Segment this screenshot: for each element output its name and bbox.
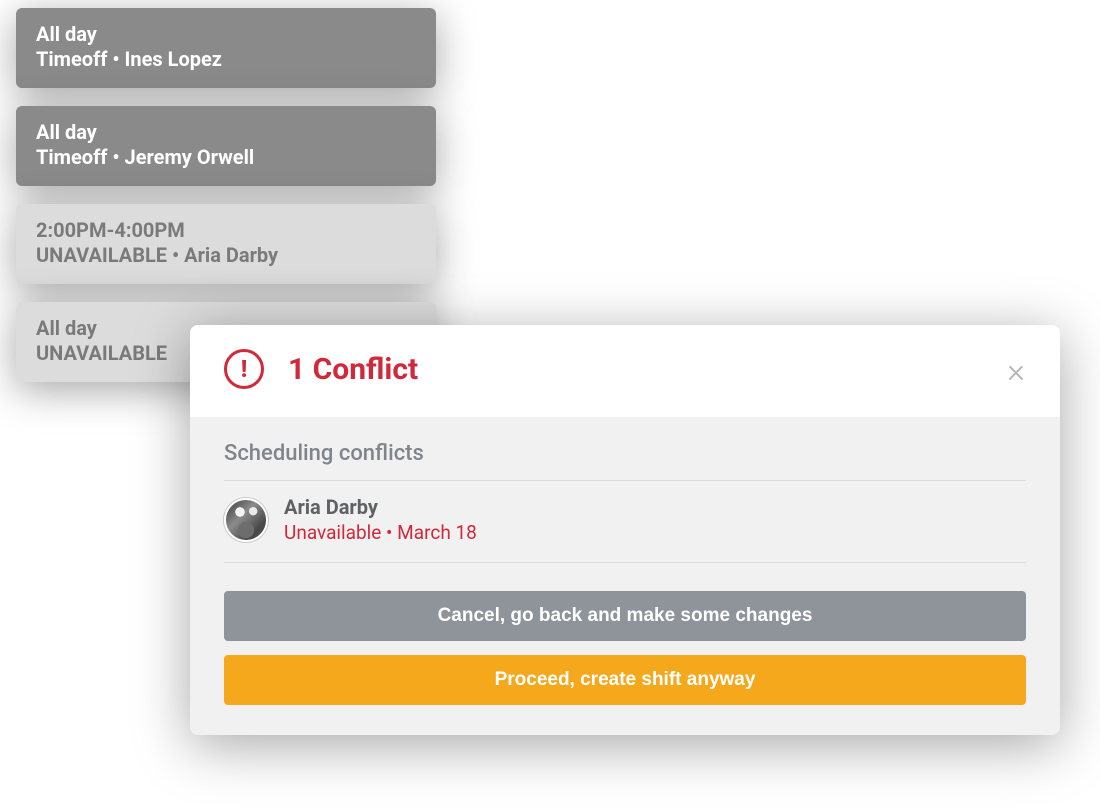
event-time: All day — [36, 120, 416, 145]
conflict-reason: Unavailable • March 18 — [284, 521, 477, 544]
event-time: All day — [36, 22, 416, 47]
modal-title: 1 Conflict — [288, 352, 418, 387]
section-heading: Scheduling conflicts — [224, 441, 1026, 481]
modal-header: ! 1 Conflict × — [190, 325, 1060, 417]
conflict-name: Aria Darby — [284, 495, 477, 519]
avatar — [224, 498, 268, 542]
conflict-modal: ! 1 Conflict × Scheduling conflicts Aria… — [190, 325, 1060, 735]
event-label: Timeoff • Ines Lopez — [36, 47, 416, 72]
conflict-row: Aria Darby Unavailable • March 18 — [224, 481, 1026, 563]
event-label: Timeoff • Jeremy Orwell — [36, 145, 416, 170]
event-time: 2:00PM-4:00PM — [36, 218, 416, 243]
alert-icon: ! — [224, 349, 264, 389]
close-icon[interactable]: × — [998, 353, 1034, 389]
event-card[interactable]: 2:00PM-4:00PM UNAVAILABLE • Aria Darby — [16, 204, 436, 284]
proceed-button[interactable]: Proceed, create shift anyway — [224, 655, 1026, 705]
event-label: UNAVAILABLE • Aria Darby — [36, 243, 416, 268]
event-card[interactable]: All day Timeoff • Ines Lopez — [16, 8, 436, 88]
cancel-button[interactable]: Cancel, go back and make some changes — [224, 591, 1026, 641]
event-card[interactable]: All day Timeoff • Jeremy Orwell — [16, 106, 436, 186]
